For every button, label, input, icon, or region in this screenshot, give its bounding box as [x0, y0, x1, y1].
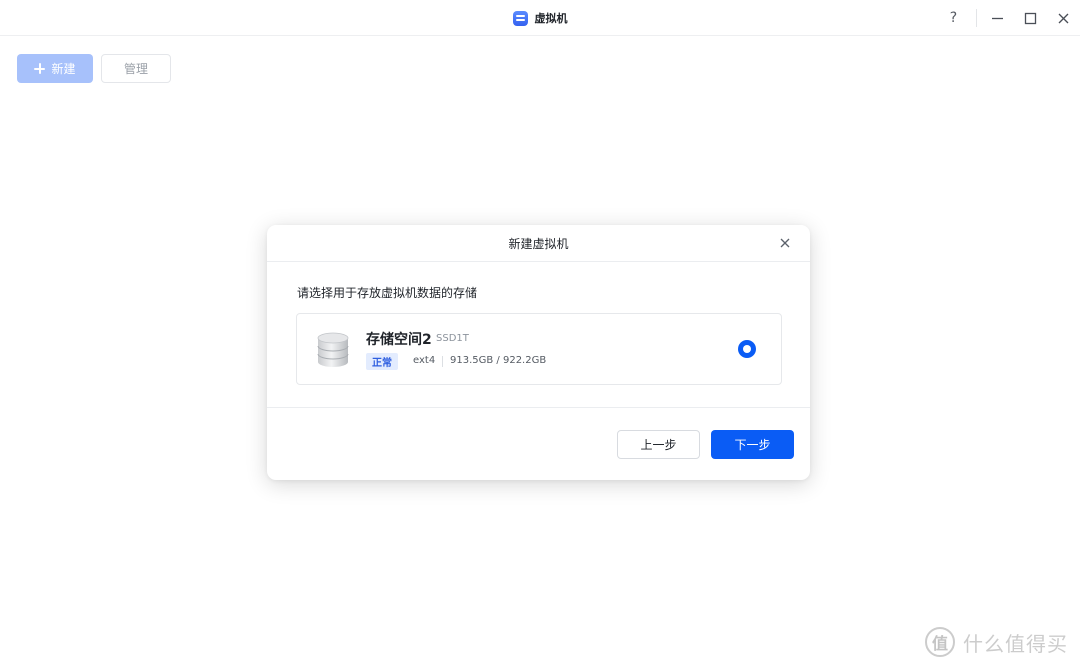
watermark-text: 什么值得买 [963, 631, 1068, 656]
watermark: 值 什么值得买 [925, 627, 1068, 657]
next-step-label: 下一步 [734, 438, 771, 452]
window-title-group: 虚拟机 [0, 0, 1080, 36]
meta-divider [442, 356, 443, 367]
plus-icon [34, 63, 46, 74]
radio-dot [743, 345, 751, 353]
previous-step-button[interactable]: 上一步 [617, 430, 700, 459]
new-button[interactable]: 新建 [17, 54, 93, 83]
close-icon [1058, 13, 1069, 23]
dialog-title: 新建虚拟机 [508, 236, 569, 251]
title-bar: 虚拟机 ? [0, 0, 1080, 36]
new-vm-dialog: 新建虚拟机 请选择用于存放虚拟机数据的存储 存储空间2 SSD1T 正常 ext… [267, 225, 810, 480]
virtual-machine-icon [512, 10, 528, 26]
dialog-header: 新建虚拟机 [267, 225, 810, 262]
storage-select-radio[interactable] [738, 340, 756, 358]
status-badge: 正常 [366, 353, 398, 370]
minimize-icon [992, 17, 1003, 19]
dialog-close-icon[interactable] [778, 236, 792, 250]
dialog-footer-divider [267, 407, 810, 408]
filesystem-type: ext4 [413, 355, 436, 366]
window-title: 虚拟机 [534, 12, 568, 25]
help-icon: ? [949, 10, 958, 26]
database-icon [317, 332, 349, 367]
manage-button-label: 管理 [123, 62, 148, 76]
next-step-button[interactable]: 下一步 [711, 430, 794, 459]
toolbar: 新建 管理 [17, 54, 171, 83]
window-controls: ? [937, 0, 1080, 36]
storage-name: 存储空间2 [366, 332, 432, 348]
manage-button[interactable]: 管理 [101, 54, 171, 83]
window-controls-divider [976, 9, 977, 27]
maximize-icon [1024, 12, 1037, 24]
watermark-logo: 值 [925, 627, 955, 657]
minimize-button[interactable] [981, 0, 1014, 36]
dialog-prompt: 请选择用于存放虚拟机数据的存储 [297, 286, 478, 300]
storage-disk-label: SSD1T [436, 333, 469, 344]
close-window-button[interactable] [1047, 0, 1080, 36]
storage-capacity: 913.5GB / 922.2GB [450, 355, 547, 366]
new-button-label: 新建 [51, 62, 76, 76]
storage-option-card[interactable]: 存储空间2 SSD1T 正常 ext4 913.5GB / 922.2GB [296, 313, 782, 385]
help-button[interactable]: ? [937, 0, 970, 36]
previous-step-label: 上一步 [640, 438, 677, 452]
maximize-button[interactable] [1014, 0, 1047, 36]
